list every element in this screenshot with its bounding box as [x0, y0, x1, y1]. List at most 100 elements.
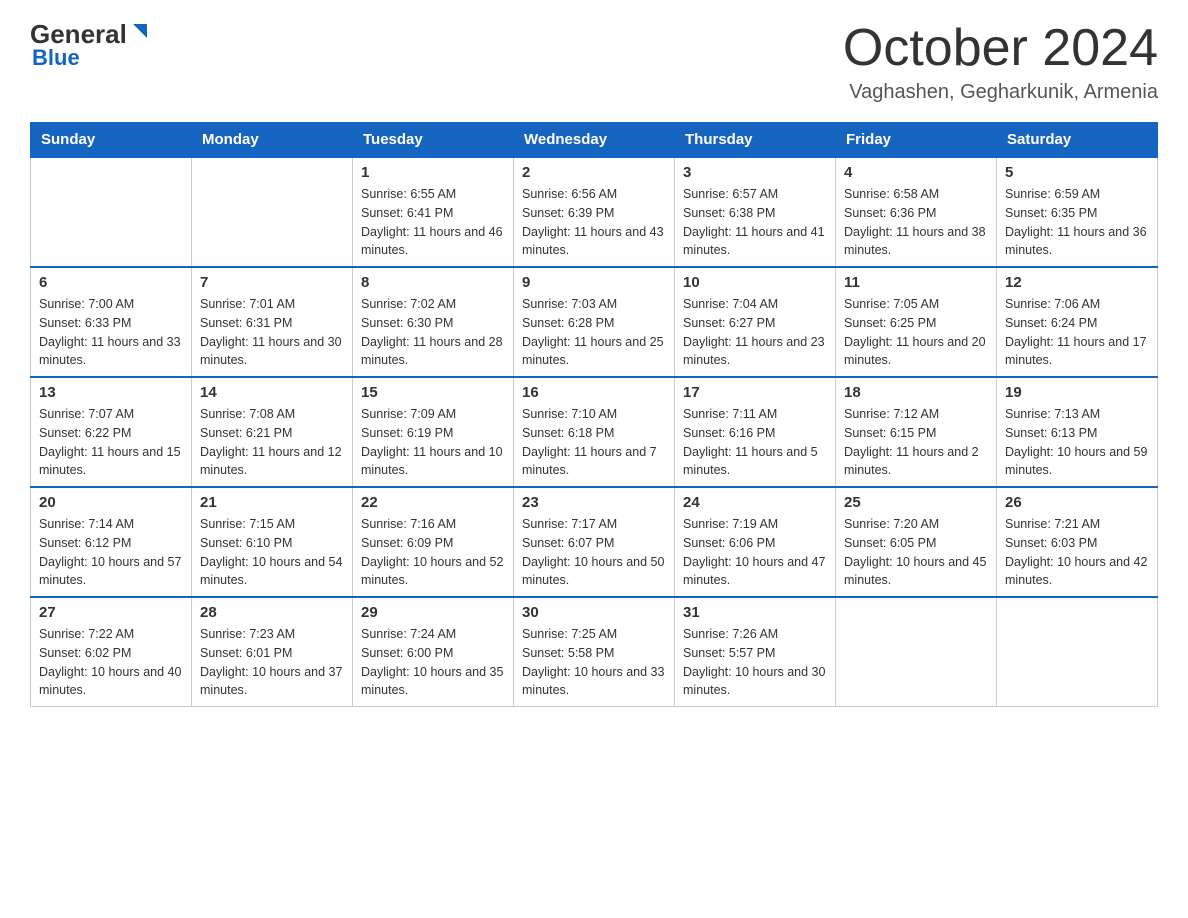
calendar-cell [192, 157, 353, 267]
calendar-cell: 3 Sunrise: 6:57 AMSunset: 6:38 PMDaylight… [675, 157, 836, 267]
day-info: Sunrise: 6:59 AMSunset: 6:35 PMDaylight:… [1005, 185, 1149, 260]
calendar-week-row: 1 Sunrise: 6:55 AMSunset: 6:41 PMDaylight… [31, 157, 1158, 267]
calendar-cell: 27 Sunrise: 7:22 AMSunset: 6:02 PMDayligh… [31, 597, 192, 707]
day-info: Sunrise: 6:57 AMSunset: 6:38 PMDaylight:… [683, 185, 827, 260]
calendar-cell: 10 Sunrise: 7:04 AMSunset: 6:27 PMDayligh… [675, 267, 836, 377]
day-info: Sunrise: 7:00 AMSunset: 6:33 PMDaylight:… [39, 295, 183, 370]
day-number: 3 [683, 164, 827, 181]
location-subtitle: Vaghashen, Gegharkunik, Armenia [843, 81, 1158, 104]
day-info: Sunrise: 7:26 AMSunset: 5:57 PMDaylight:… [683, 625, 827, 700]
logo-blue-text: Blue [32, 45, 80, 71]
calendar-cell [31, 157, 192, 267]
day-number: 20 [39, 494, 183, 511]
calendar-cell: 16 Sunrise: 7:10 AMSunset: 6:18 PMDayligh… [514, 377, 675, 487]
day-number: 16 [522, 384, 666, 401]
calendar-cell: 5 Sunrise: 6:59 AMSunset: 6:35 PMDaylight… [997, 157, 1158, 267]
weekday-header-sunday: Sunday [31, 123, 192, 158]
day-info: Sunrise: 7:06 AMSunset: 6:24 PMDaylight:… [1005, 295, 1149, 370]
calendar-cell: 19 Sunrise: 7:13 AMSunset: 6:13 PMDayligh… [997, 377, 1158, 487]
day-number: 7 [200, 274, 344, 291]
calendar-cell [997, 597, 1158, 707]
day-info: Sunrise: 7:19 AMSunset: 6:06 PMDaylight:… [683, 515, 827, 590]
day-number: 8 [361, 274, 505, 291]
day-number: 14 [200, 384, 344, 401]
calendar-cell: 24 Sunrise: 7:19 AMSunset: 6:06 PMDayligh… [675, 487, 836, 597]
day-number: 17 [683, 384, 827, 401]
weekday-header-saturday: Saturday [997, 123, 1158, 158]
calendar-cell: 11 Sunrise: 7:05 AMSunset: 6:25 PMDayligh… [836, 267, 997, 377]
day-info: Sunrise: 6:58 AMSunset: 6:36 PMDaylight:… [844, 185, 988, 260]
day-number: 4 [844, 164, 988, 181]
day-number: 23 [522, 494, 666, 511]
month-title: October 2024 [843, 20, 1158, 77]
calendar-cell: 23 Sunrise: 7:17 AMSunset: 6:07 PMDayligh… [514, 487, 675, 597]
weekday-header-monday: Monday [192, 123, 353, 158]
day-info: Sunrise: 7:10 AMSunset: 6:18 PMDaylight:… [522, 405, 666, 480]
calendar-cell: 2 Sunrise: 6:56 AMSunset: 6:39 PMDaylight… [514, 157, 675, 267]
day-number: 10 [683, 274, 827, 291]
calendar-cell: 26 Sunrise: 7:21 AMSunset: 6:03 PMDayligh… [997, 487, 1158, 597]
calendar-cell: 1 Sunrise: 6:55 AMSunset: 6:41 PMDaylight… [353, 157, 514, 267]
calendar-cell: 9 Sunrise: 7:03 AMSunset: 6:28 PMDaylight… [514, 267, 675, 377]
day-number: 26 [1005, 494, 1149, 511]
calendar-week-row: 27 Sunrise: 7:22 AMSunset: 6:02 PMDayligh… [31, 597, 1158, 707]
calendar-cell: 12Sunrise: 7:06 AMSunset: 6:24 PMDayligh… [997, 267, 1158, 377]
day-number: 5 [1005, 164, 1149, 181]
day-number: 29 [361, 604, 505, 621]
day-info: Sunrise: 7:12 AMSunset: 6:15 PMDaylight:… [844, 405, 988, 480]
calendar-cell: 14Sunrise: 7:08 AMSunset: 6:21 PMDayligh… [192, 377, 353, 487]
calendar-week-row: 20 Sunrise: 7:14 AMSunset: 6:12 PMDayligh… [31, 487, 1158, 597]
day-info: Sunrise: 7:04 AMSunset: 6:27 PMDaylight:… [683, 295, 827, 370]
weekday-header-friday: Friday [836, 123, 997, 158]
calendar-cell: 15Sunrise: 7:09 AMSunset: 6:19 PMDayligh… [353, 377, 514, 487]
day-number: 25 [844, 494, 988, 511]
day-number: 13 [39, 384, 183, 401]
calendar-cell [836, 597, 997, 707]
calendar-cell: 31 Sunrise: 7:26 AMSunset: 5:57 PMDayligh… [675, 597, 836, 707]
calendar-cell: 20 Sunrise: 7:14 AMSunset: 6:12 PMDayligh… [31, 487, 192, 597]
day-info: Sunrise: 7:07 AMSunset: 6:22 PMDaylight:… [39, 405, 183, 480]
logo: General Blue [30, 20, 151, 71]
day-number: 31 [683, 604, 827, 621]
page-header: General Blue October 2024 Vaghashen, Geg… [30, 20, 1158, 104]
day-number: 9 [522, 274, 666, 291]
weekday-header-thursday: Thursday [675, 123, 836, 158]
day-info: Sunrise: 7:21 AMSunset: 6:03 PMDaylight:… [1005, 515, 1149, 590]
day-number: 24 [683, 494, 827, 511]
day-info: Sunrise: 6:56 AMSunset: 6:39 PMDaylight:… [522, 185, 666, 260]
weekday-header-tuesday: Tuesday [353, 123, 514, 158]
calendar-header-row: SundayMondayTuesdayWednesdayThursdayFrid… [31, 123, 1158, 158]
day-number: 11 [844, 274, 988, 291]
day-info: Sunrise: 7:13 AMSunset: 6:13 PMDaylight:… [1005, 405, 1149, 480]
day-info: Sunrise: 7:01 AMSunset: 6:31 PMDaylight:… [200, 295, 344, 370]
day-info: Sunrise: 6:55 AMSunset: 6:41 PMDaylight:… [361, 185, 505, 260]
calendar-cell: 22Sunrise: 7:16 AMSunset: 6:09 PMDayligh… [353, 487, 514, 597]
day-number: 27 [39, 604, 183, 621]
day-info: Sunrise: 7:14 AMSunset: 6:12 PMDaylight:… [39, 515, 183, 590]
calendar-table: SundayMondayTuesdayWednesdayThursdayFrid… [30, 122, 1158, 707]
calendar-cell: 30 Sunrise: 7:25 AMSunset: 5:58 PMDayligh… [514, 597, 675, 707]
day-number: 30 [522, 604, 666, 621]
calendar-cell: 6 Sunrise: 7:00 AMSunset: 6:33 PMDaylight… [31, 267, 192, 377]
day-number: 19 [1005, 384, 1149, 401]
day-number: 15 [361, 384, 505, 401]
logo-triangle-icon [129, 20, 151, 42]
day-info: Sunrise: 7:17 AMSunset: 6:07 PMDaylight:… [522, 515, 666, 590]
day-number: 1 [361, 164, 505, 181]
day-number: 22 [361, 494, 505, 511]
day-info: Sunrise: 7:24 AMSunset: 6:00 PMDaylight:… [361, 625, 505, 700]
day-info: Sunrise: 7:15 AMSunset: 6:10 PMDaylight:… [200, 515, 344, 590]
day-info: Sunrise: 7:25 AMSunset: 5:58 PMDaylight:… [522, 625, 666, 700]
day-number: 28 [200, 604, 344, 621]
title-block: October 2024 Vaghashen, Gegharkunik, Arm… [843, 20, 1158, 104]
day-info: Sunrise: 7:02 AMSunset: 6:30 PMDaylight:… [361, 295, 505, 370]
calendar-cell: 21Sunrise: 7:15 AMSunset: 6:10 PMDayligh… [192, 487, 353, 597]
day-info: Sunrise: 7:05 AMSunset: 6:25 PMDaylight:… [844, 295, 988, 370]
day-number: 6 [39, 274, 183, 291]
day-info: Sunrise: 7:03 AMSunset: 6:28 PMDaylight:… [522, 295, 666, 370]
day-number: 18 [844, 384, 988, 401]
calendar-cell: 13 Sunrise: 7:07 AMSunset: 6:22 PMDayligh… [31, 377, 192, 487]
day-info: Sunrise: 7:22 AMSunset: 6:02 PMDaylight:… [39, 625, 183, 700]
day-number: 2 [522, 164, 666, 181]
logo-general: General [30, 21, 127, 47]
